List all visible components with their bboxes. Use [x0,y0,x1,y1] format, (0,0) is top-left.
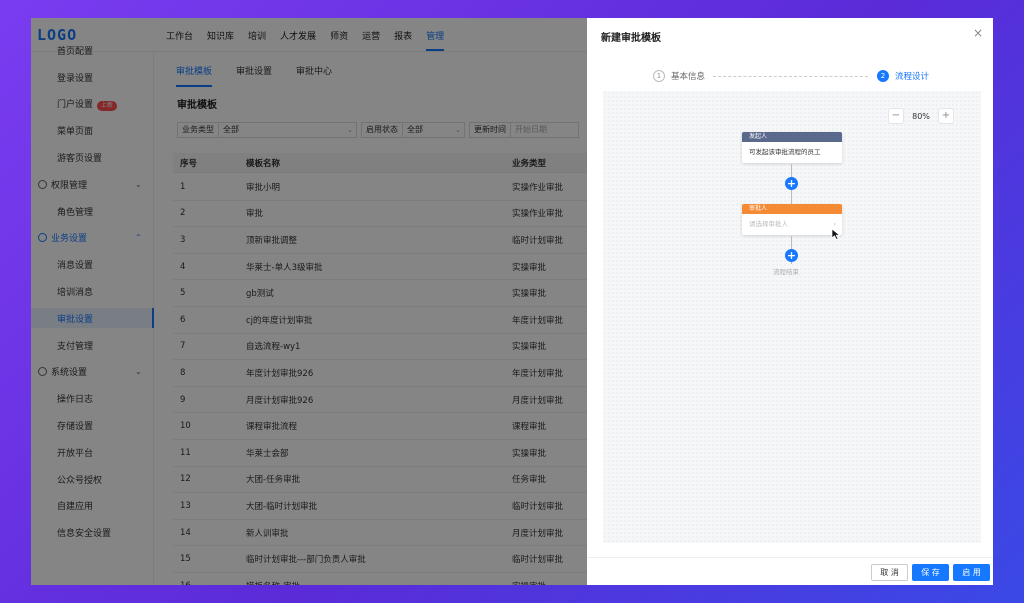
flow-canvas[interactable]: − 80% + 发起人 可发起该审批流程的员工 + 审批人 请选择审批人 › + … [603,91,981,543]
step-basic-info[interactable]: 1 基本信息 [653,70,705,82]
app-window: LOGO 工作台知识库培训人才发展师资运营报表管理 首页配置 ⇤ 登录设置门户设… [31,18,993,585]
approver-node-header: 审批人 [742,204,842,214]
initiator-node[interactable]: 发起人 可发起该审批流程的员工 [742,132,842,163]
zoom-control: − 80% + [888,108,954,124]
initiator-node-body: 可发起该审批流程的员工 [749,148,821,156]
step-connector [713,76,868,77]
modal-overlay[interactable] [31,18,587,585]
drawer-title: 新建审批模板 [601,33,661,44]
step-number: 2 [877,70,889,82]
step-number: 1 [653,70,665,82]
zoom-level: 80% [912,111,930,121]
drawer-footer: 取 消 保 存 启 用 [587,557,993,585]
approver-node-body: 请选择审批人 › [742,214,842,235]
step-label: 流程设计 [895,72,930,82]
step-flow-design[interactable]: 2 流程设计 [877,70,929,82]
add-node-button[interactable]: + [785,249,798,262]
flow-end-label: 流程结束 [773,268,799,276]
save-button[interactable]: 保 存 [912,564,949,581]
zoom-out-button[interactable]: − [888,108,904,124]
mouse-cursor-icon [831,228,841,240]
create-template-drawer: 新建审批模板 × 1 基本信息 2 流程设计 − 80% + 发起人 可发起该审… [587,18,993,585]
step-label: 基本信息 [671,72,706,82]
approver-node[interactable]: 审批人 请选择审批人 › [742,204,842,235]
enable-button[interactable]: 启 用 [953,564,990,581]
zoom-in-button[interactable]: + [938,108,954,124]
add-node-button[interactable]: + [785,177,798,190]
initiator-node-header: 发起人 [742,132,842,142]
approver-placeholder: 请选择审批人 [749,220,788,228]
close-icon[interactable]: × [973,26,983,40]
steps: 1 基本信息 2 流程设计 [653,70,943,84]
cancel-button[interactable]: 取 消 [871,564,908,581]
